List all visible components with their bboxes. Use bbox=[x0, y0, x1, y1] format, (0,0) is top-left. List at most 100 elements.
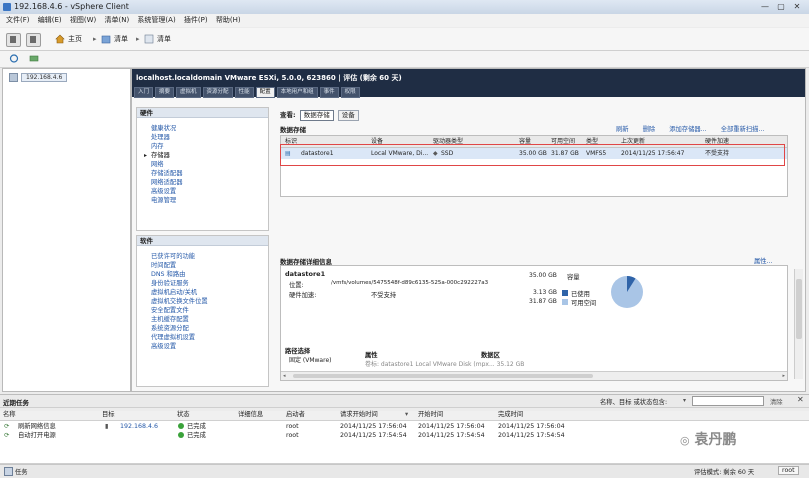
refresh-link[interactable]: 刷新 bbox=[616, 124, 629, 133]
forward-button[interactable] bbox=[26, 33, 41, 47]
maximize-button[interactable]: ▢ bbox=[773, 1, 789, 12]
tab-summary[interactable]: 摘要 bbox=[155, 87, 175, 98]
filter-dropdown-icon[interactable]: ▾ bbox=[683, 397, 686, 404]
clear-button[interactable]: 清除 bbox=[770, 397, 783, 406]
menu-edit[interactable]: 编辑(E) bbox=[38, 14, 62, 27]
tab-resource-allocation[interactable]: 资源分配 bbox=[202, 87, 233, 98]
capacity-pie bbox=[611, 276, 643, 308]
tab-events[interactable]: 事件 bbox=[319, 87, 339, 98]
host-target-icon: ▮ bbox=[105, 423, 109, 430]
add-storage-link[interactable]: 添加存储器... bbox=[669, 124, 707, 133]
capacity-value: 35.00 GB bbox=[529, 272, 557, 279]
vscroll-thumb[interactable] bbox=[796, 279, 802, 339]
software-title: 软件 bbox=[137, 236, 268, 246]
hw-power-management-link[interactable]: 电源管理 bbox=[151, 197, 176, 205]
datastores-title: 数据存储 bbox=[280, 126, 306, 134]
breadcrumb-home[interactable]: 主页 bbox=[68, 34, 82, 44]
tab-configuration[interactable]: 配置 bbox=[255, 87, 275, 98]
breadcrumb-inventory-2[interactable]: 清单 bbox=[157, 34, 171, 44]
sw-advanced-settings-link[interactable]: 高级设置 bbox=[151, 343, 176, 351]
task-col-initiator[interactable]: 启动者 bbox=[286, 411, 305, 419]
sw-agent-vm-link[interactable]: 代理虚拟机设置 bbox=[151, 334, 195, 342]
tasks-icon bbox=[4, 467, 13, 476]
tab-permissions[interactable]: 权限 bbox=[340, 87, 360, 98]
navigation-bar: 主页 ▸ 清单 ▸ 清单 bbox=[0, 28, 809, 51]
sw-resource-alloc-link[interactable]: 系统资源分配 bbox=[151, 325, 189, 333]
sw-time-config-link[interactable]: 时间配置 bbox=[151, 262, 176, 270]
current-item-bullet-icon: ▸ bbox=[144, 152, 148, 159]
main-panel: localhost.localdomain VMware ESXi, 5.0.0… bbox=[131, 68, 806, 392]
scroll-left-icon[interactable]: ◂ bbox=[283, 373, 286, 379]
close-window-button[interactable]: ✕ bbox=[789, 1, 805, 12]
tab-virtual-machines[interactable]: 虚拟机 bbox=[176, 87, 201, 98]
used-label: 已使用 bbox=[571, 291, 590, 298]
task-row-requested-2: 2014/11/25 17:54:54 bbox=[340, 432, 407, 439]
sw-host-cache-link[interactable]: 主机缓存配置 bbox=[151, 316, 189, 324]
menu-inventory[interactable]: 清单(N) bbox=[104, 14, 129, 27]
tab-getting-started[interactable]: 入门 bbox=[134, 87, 154, 98]
hscroll-thumb[interactable] bbox=[293, 374, 593, 378]
properties-link[interactable]: 属性... bbox=[754, 256, 773, 265]
sw-licensed-features-link[interactable]: 已获许可的功能 bbox=[151, 253, 195, 261]
host-icon bbox=[9, 73, 18, 82]
hw-storage-link[interactable]: 存储器 bbox=[151, 152, 170, 160]
task-row-complete-2: 2014/11/25 17:54:54 bbox=[498, 432, 565, 439]
hw-storage-adapters-link[interactable]: 存储适配器 bbox=[151, 170, 182, 178]
main-vscrollbar[interactable] bbox=[794, 269, 803, 379]
tab-performance[interactable]: 性能 bbox=[234, 87, 254, 98]
hw-memory-link[interactable]: 内存 bbox=[151, 143, 164, 151]
minimize-button[interactable]: — bbox=[757, 1, 773, 12]
hw-advanced-settings-link[interactable]: 高级设置 bbox=[151, 188, 176, 196]
cut-off-row: 卷标: datastore1 Local VMware Disk (mpx...… bbox=[365, 361, 525, 367]
menu-administration[interactable]: 系统管理(A) bbox=[137, 14, 175, 27]
menu-file[interactable]: 文件(F) bbox=[6, 14, 30, 27]
task-icon-2: ⟳ bbox=[4, 432, 10, 439]
task-col-target[interactable]: 目标 bbox=[102, 411, 115, 419]
back-button[interactable] bbox=[6, 33, 21, 47]
hw-networking-link[interactable]: 网络 bbox=[151, 161, 164, 169]
tasks-button[interactable]: 任务 bbox=[15, 467, 28, 476]
task-row-initiator: root bbox=[286, 423, 299, 430]
free-label: 可用空间 bbox=[571, 300, 597, 307]
used-legend-swatch bbox=[562, 290, 568, 296]
host-title: localhost.localdomain VMware ESXi, 5.0.0… bbox=[136, 74, 402, 82]
hw-health-link[interactable]: 健康状况 bbox=[151, 125, 176, 133]
task-col-complete[interactable]: 完成时间 bbox=[498, 411, 523, 419]
task-col-start[interactable]: 开始时间 bbox=[418, 411, 443, 419]
tab-local-users[interactable]: 本地用户和组 bbox=[276, 87, 318, 98]
breadcrumb-inventory[interactable]: 清单 bbox=[114, 34, 128, 44]
task-col-details[interactable]: 详细信息 bbox=[238, 411, 263, 419]
recent-tasks-table: 名称 目标 状态 详细信息 启动者 请求开始时间 ▾ 开始时间 完成时间 ⟳ 刷… bbox=[0, 411, 809, 464]
view-datastores-button[interactable]: 数据存储 bbox=[299, 110, 334, 121]
inventory-toolbar bbox=[0, 51, 809, 68]
menu-plugins[interactable]: 插件(P) bbox=[184, 14, 208, 27]
hw-network-adapters-link[interactable]: 网络适配器 bbox=[151, 179, 182, 187]
task-row-target[interactable]: 192.168.4.6 bbox=[120, 423, 158, 431]
task-filter-input[interactable] bbox=[692, 396, 764, 406]
view-devices-button[interactable]: 设备 bbox=[337, 110, 359, 121]
task-col-name[interactable]: 名称 bbox=[3, 411, 16, 419]
connect-icon[interactable] bbox=[29, 54, 39, 63]
detail-hscrollbar[interactable]: ◂ ▸ bbox=[281, 371, 787, 380]
rescan-all-link[interactable]: 全部重新扫描... bbox=[721, 124, 765, 133]
sw-swapfile-link[interactable]: 虚拟机交换文件位置 bbox=[151, 298, 208, 306]
datastore-actions: 刷新 删除 添加存储器... 全部重新扫描... bbox=[602, 124, 764, 133]
close-panel-icon[interactable]: ✕ bbox=[797, 395, 804, 404]
sw-vm-startup-link[interactable]: 虚拟机启动/关机 bbox=[151, 289, 197, 297]
software-panel: 软件 已获许可的功能 时间配置 DNS 和路由 身份验证服务 虚拟机启动/关机 … bbox=[136, 235, 269, 387]
sw-auth-services-link[interactable]: 身份验证服务 bbox=[151, 280, 189, 288]
menu-help[interactable]: 帮助(H) bbox=[216, 14, 241, 27]
task-col-status[interactable]: 状态 bbox=[177, 411, 190, 419]
menu-view[interactable]: 视图(W) bbox=[70, 14, 96, 27]
task-row-status: 已完成 bbox=[178, 423, 206, 431]
sw-security-profile-link[interactable]: 安全配置文件 bbox=[151, 307, 189, 315]
refresh-host-icon[interactable] bbox=[9, 54, 19, 63]
scroll-right-icon[interactable]: ▸ bbox=[782, 373, 785, 379]
hw-processors-link[interactable]: 处理器 bbox=[151, 134, 170, 142]
delete-link[interactable]: 删除 bbox=[643, 124, 656, 133]
sw-dns-routing-link[interactable]: DNS 和路由 bbox=[151, 271, 185, 279]
watermark: ◎ 袁丹鹏 bbox=[680, 432, 737, 448]
home-icon bbox=[55, 34, 65, 44]
task-col-requested[interactable]: 请求开始时间 bbox=[340, 411, 378, 419]
tree-item-host[interactable]: 192.168.4.6 bbox=[9, 73, 68, 82]
